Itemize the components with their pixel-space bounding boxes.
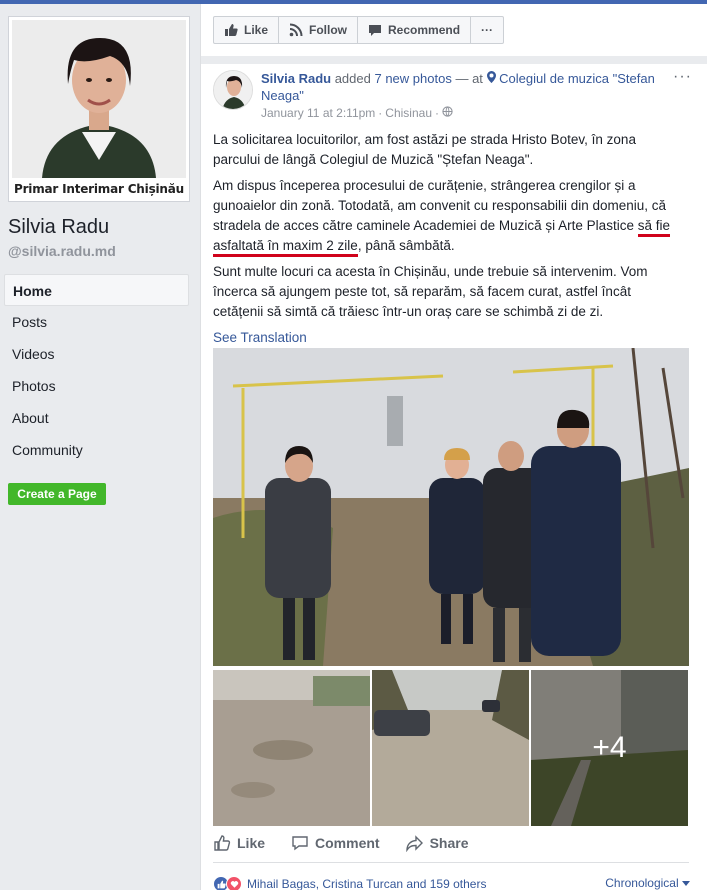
meta-dot: · (378, 106, 383, 120)
like-page-button[interactable]: Like (213, 16, 280, 44)
page-actions-bar: Like Follow Recommend ··· (213, 16, 505, 44)
divider (213, 862, 689, 863)
post-date-link[interactable]: January 11 at 2:11pm (261, 106, 375, 120)
thumbs-up-icon (224, 23, 238, 37)
separator (201, 56, 707, 64)
author-avatar[interactable] (213, 70, 253, 110)
recommend-label: Recommend (388, 23, 461, 37)
follow-button[interactable]: Follow (278, 16, 359, 44)
location-pin-icon (486, 71, 500, 86)
post-text: La solicitarea locuitorilor, am fost ast… (213, 130, 683, 348)
at-text: — at (455, 71, 483, 86)
added-text: added (334, 71, 371, 86)
profile-picture[interactable]: Primar Interimar Chișinău (8, 16, 190, 202)
photos-link[interactable]: 7 new photos (374, 71, 451, 86)
like-button[interactable]: Like (213, 834, 265, 852)
post-paragraph-1: La solicitarea locuitorilor, am fost ast… (213, 132, 636, 167)
post-meta: January 11 at 2:11pm · Chisinau · (261, 106, 453, 120)
photo-thumbnail-1[interactable] (213, 670, 370, 826)
nav-item-videos[interactable]: Videos (4, 338, 189, 370)
post-paragraph-2: Am dispus începerea procesului de curățe… (213, 176, 683, 257)
post-actions: Like Comment Share (213, 834, 495, 852)
share-button[interactable]: Share (405, 834, 469, 852)
main-column: Like Follow Recommend ··· Silvia Radu ad… (200, 4, 707, 890)
page-name[interactable]: Silvia Radu (8, 216, 109, 239)
comment-icon (291, 834, 309, 852)
paragraph-2-end: , până sâmbătă. (357, 238, 455, 253)
nav-item-posts[interactable]: Posts (4, 306, 189, 338)
sort-dropdown[interactable]: Chronological (605, 876, 690, 890)
reactions-text: Mihail Bagas, Cristina Turcan and 159 ot… (247, 877, 487, 890)
create-page-button[interactable]: Create a Page (8, 483, 106, 505)
share-icon (405, 834, 424, 852)
nav-item-home[interactable]: Home (4, 274, 189, 306)
photo-thumbnail-2[interactable] (372, 670, 529, 826)
more-options-button[interactable]: ··· (470, 16, 505, 44)
globe-icon (442, 106, 453, 120)
follow-label: Follow (309, 23, 348, 37)
like-label: Like (237, 835, 266, 851)
comment-button[interactable]: Comment (291, 834, 380, 852)
nav-item-about[interactable]: About (4, 402, 189, 434)
more-photos-overlay[interactable]: +4 (531, 670, 688, 826)
caret-down-icon (682, 876, 690, 890)
left-column: Primar Interimar Chișinău Silvia Radu @s… (0, 4, 200, 890)
rss-icon (289, 23, 303, 37)
sort-label: Chronological (605, 876, 679, 890)
profile-caption: Primar Interimar Chișinău (12, 178, 186, 200)
speech-bubble-icon (368, 23, 382, 37)
heart-reaction-icon (226, 876, 242, 890)
photo-thumbnail-3[interactable]: +4 (531, 670, 688, 826)
see-translation-link[interactable]: See Translation (213, 328, 683, 348)
author-name-link[interactable]: Silvia Radu (261, 71, 331, 86)
post-header: Silvia Radu added 7 new photos — at Cole… (261, 70, 661, 104)
nav-item-photos[interactable]: Photos (4, 370, 189, 402)
recommend-button[interactable]: Recommend (357, 16, 472, 44)
page-handle[interactable]: @silvia.radu.md (8, 243, 116, 259)
post-options-button[interactable]: ··· (673, 68, 692, 86)
profile-photo (12, 20, 186, 178)
post-paragraph-3: Sunt multe locuri ca acesta în Chișinău,… (213, 264, 648, 319)
share-label: Share (429, 835, 469, 851)
post-location[interactable]: Chisinau (385, 106, 432, 120)
page-nav: Home Posts Videos Photos About Community (4, 274, 189, 466)
main-photo[interactable] (213, 348, 689, 666)
nav-item-community[interactable]: Community (4, 434, 189, 466)
like-page-label: Like (244, 23, 269, 37)
comment-label: Comment (315, 835, 380, 851)
thumbs-up-icon (213, 834, 231, 852)
meta-dot-2: · (435, 106, 439, 120)
reactions-summary[interactable]: Mihail Bagas, Cristina Turcan and 159 ot… (213, 876, 486, 890)
paragraph-2-start: Am dispus începerea procesului de curățe… (213, 178, 667, 233)
